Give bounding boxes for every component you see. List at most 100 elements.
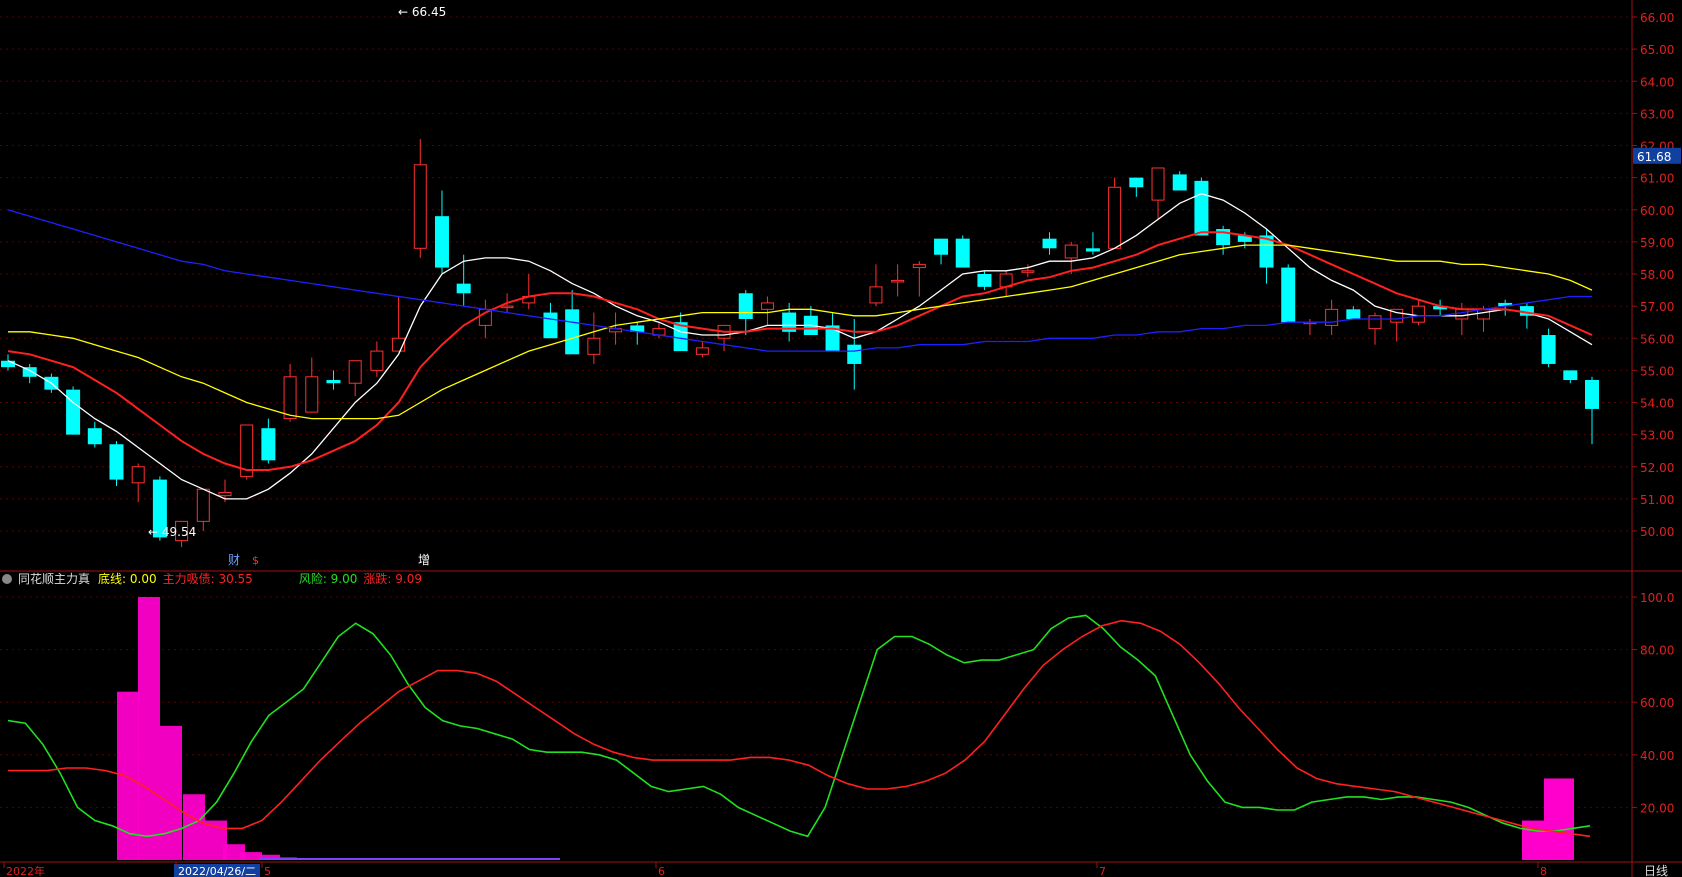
date-label: 5 [264, 865, 271, 877]
candle [261, 418, 276, 464]
indicator-tick-label: 100.0 [1640, 591, 1674, 605]
price-tick-label: 51.00 [1640, 493, 1674, 507]
candle-body [1172, 174, 1187, 191]
candle-body [934, 238, 949, 255]
price-tick-label: 59.00 [1640, 236, 1674, 250]
candle [434, 190, 449, 274]
candle-body [413, 164, 427, 249]
candle [999, 270, 1013, 297]
date-label: 2022年 [6, 864, 45, 877]
candle [240, 424, 254, 480]
candle [283, 363, 297, 422]
indicator-name[interactable]: 同花顺主力真 [18, 572, 90, 586]
settings-icon[interactable] [2, 574, 12, 584]
candle-body [565, 309, 580, 355]
candle-body [348, 360, 362, 384]
candle [1085, 232, 1100, 255]
candle-body [1541, 335, 1556, 364]
price-tick-label: 63.00 [1640, 107, 1674, 121]
candle [760, 296, 774, 326]
candle-body [305, 376, 319, 413]
candle-body [1281, 267, 1296, 323]
candle [587, 312, 601, 364]
candle [1303, 318, 1317, 336]
price-tick-label: 61.00 [1640, 172, 1674, 186]
price-tick-label: 60.00 [1640, 204, 1674, 218]
indicator-tick-label: 20.00 [1640, 801, 1674, 815]
low-annotation: ← 49.54 [148, 525, 196, 539]
candle [109, 441, 124, 487]
candle [392, 296, 406, 352]
candle [1108, 177, 1122, 249]
candle-body [196, 488, 210, 522]
candle [695, 341, 709, 358]
candle-body [456, 283, 471, 294]
candle-body [912, 263, 926, 269]
price-tick-label: 53.00 [1640, 429, 1674, 443]
price-tick-label: 65.00 [1640, 43, 1674, 57]
candle-body [543, 312, 558, 339]
candle [522, 274, 536, 310]
candle-body [109, 444, 124, 480]
price-tick-label: 57.00 [1640, 300, 1674, 314]
candle [413, 139, 427, 258]
indicator-bar: 同花顺主力真 底线: 0.00 主力吸债: 30.55 风险: 9.00 涨跌: 9.0… [0, 571, 434, 587]
candle-body [131, 466, 145, 484]
candle [478, 299, 492, 339]
candle-body [1, 360, 15, 368]
candle-body [587, 337, 601, 355]
candle-body [1064, 244, 1078, 259]
candle [1194, 177, 1209, 236]
current-price-label: 61.68 [1637, 150, 1671, 164]
candle-body [1129, 177, 1144, 188]
candle-body [1563, 370, 1578, 381]
candle-body [955, 238, 970, 268]
candle-body [738, 293, 753, 319]
date-label: 7 [1099, 865, 1106, 877]
candle-body [1477, 308, 1491, 320]
candle [1216, 225, 1231, 255]
candle [1519, 302, 1534, 329]
candle-body [891, 279, 905, 283]
price-tick-label: 64.00 [1640, 75, 1674, 89]
stock-chart[interactable]: 66.0065.0064.0063.0062.0061.0060.0059.00… [0, 0, 1682, 877]
event-marker: $ [252, 554, 259, 567]
candle-body [1194, 180, 1209, 236]
risk-line [7, 614, 1591, 838]
candle-body [1411, 305, 1425, 323]
candle-body [261, 428, 276, 461]
high-annotation: ← 66.45 [398, 5, 446, 19]
candle [1390, 308, 1404, 342]
price-tick-label: 50.00 [1640, 525, 1674, 539]
candle [1281, 264, 1296, 323]
candle-body [218, 491, 232, 497]
candle-body [1151, 167, 1165, 201]
candle-body [87, 428, 102, 445]
candle [1498, 299, 1513, 316]
candle [1541, 328, 1556, 368]
candle [1042, 232, 1057, 255]
indicator-item: 风险: 9.00 [298, 572, 358, 586]
candle-body [760, 302, 774, 310]
candle [370, 341, 384, 377]
candle [1172, 171, 1187, 191]
candle-body [1368, 315, 1382, 330]
date-label: 2022/04/26/二 [178, 865, 256, 877]
candle-body [1346, 309, 1361, 319]
price-tick-label: 56.00 [1640, 332, 1674, 346]
candle [326, 370, 341, 390]
price-tick-label: 58.00 [1640, 268, 1674, 282]
indicator-tick-label: 60.00 [1640, 696, 1674, 710]
candle-body [847, 344, 862, 364]
candle [717, 324, 731, 352]
candle [66, 386, 81, 435]
candle [131, 463, 145, 503]
price-tick-label: 55.00 [1640, 364, 1674, 378]
candle-body [66, 389, 81, 435]
candle-body [1042, 238, 1057, 249]
ma20-line [8, 244, 1593, 420]
candle-body [1021, 270, 1035, 273]
candle-body [1585, 380, 1599, 409]
candle [869, 264, 883, 307]
candle [1325, 299, 1339, 336]
